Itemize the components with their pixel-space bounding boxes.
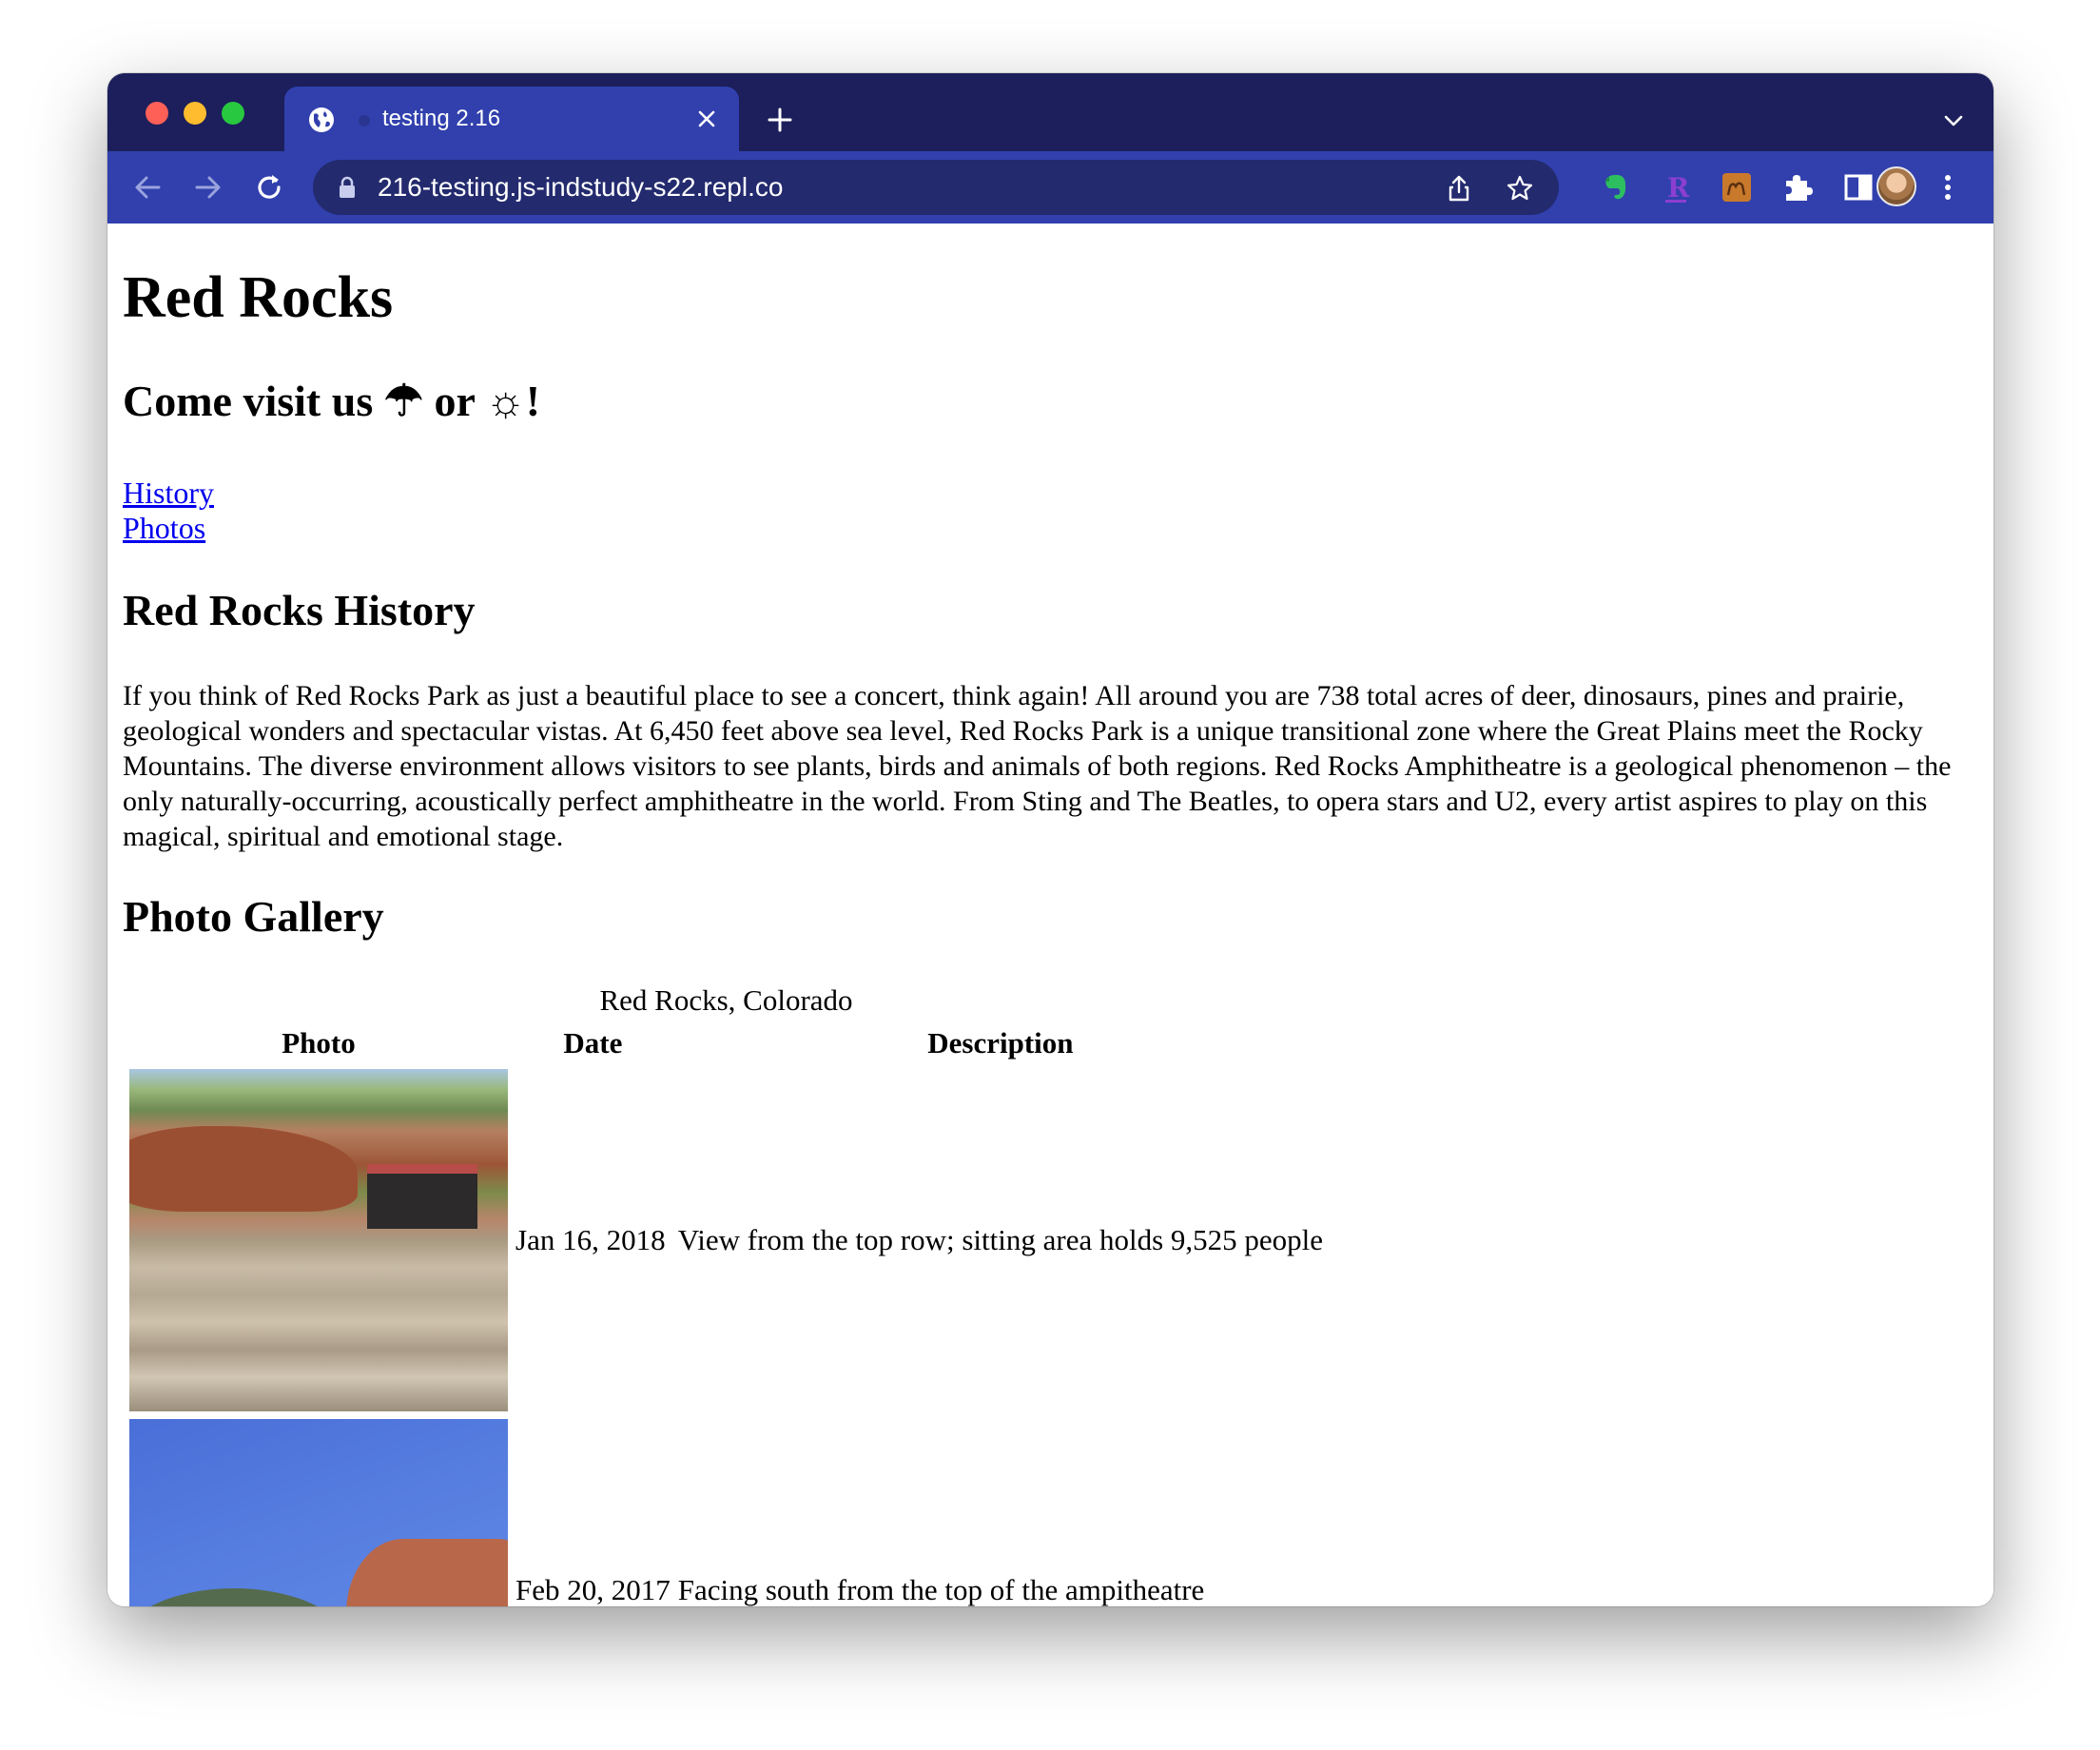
tab-strip: testing 2.16	[107, 73, 1993, 151]
camel-extension-icon[interactable]	[1719, 169, 1755, 205]
table-header-row: Photo Date Description	[128, 1024, 1324, 1062]
photo-table: Red Rocks, Colorado Photo Date Descripti…	[123, 982, 1330, 1606]
star-icon[interactable]	[1506, 174, 1534, 203]
date-cell: Jan 16, 2018	[515, 1223, 666, 1256]
history-link[interactable]: History	[123, 476, 214, 511]
photos-link[interactable]: Photos	[123, 511, 214, 546]
reload-icon[interactable]	[252, 170, 286, 204]
share-icon[interactable]	[1445, 174, 1473, 203]
globe-icon	[309, 107, 334, 132]
description-cell: Facing south from the top of the ampithe…	[677, 1573, 1205, 1606]
back-icon[interactable]	[130, 170, 165, 204]
menu-icon[interactable]	[1930, 169, 1966, 205]
gallery-heading: Photo Gallery	[123, 892, 384, 941]
photo-cell	[128, 1068, 509, 1412]
date-cell: Feb 20, 2017	[515, 1573, 671, 1606]
description-column-header: Description	[927, 1026, 1074, 1060]
chevron-down-icon[interactable]	[1942, 109, 1965, 132]
description-cell: View from the top row; sitting area hold…	[677, 1223, 1324, 1256]
page-title: Red Rocks	[123, 265, 394, 330]
table-row: Jan 16, 2018 View from the top row; sitt…	[128, 1068, 1324, 1412]
r-extension-icon[interactable]: R	[1658, 169, 1694, 205]
close-window-button[interactable]	[146, 102, 168, 125]
puzzle-icon[interactable]	[1779, 169, 1816, 205]
page-subtitle: Come visit us ☂ or ☼!	[123, 377, 541, 425]
photo-cell	[128, 1418, 509, 1606]
photo-column-header: Photo	[282, 1026, 356, 1060]
minimize-window-button[interactable]	[184, 102, 206, 125]
tab-title: testing 2.16	[382, 106, 501, 131]
amphitheatre-photo	[129, 1069, 508, 1411]
evernote-icon[interactable]	[1597, 169, 1633, 205]
plus-icon[interactable]	[766, 106, 794, 134]
address-bar[interactable]: 216-testing.js-indstudy-s22.repl.co	[313, 160, 1559, 215]
tab-loading-indicator	[359, 115, 370, 126]
history-paragraph: If you think of Red Rocks Park as just a…	[123, 680, 1952, 852]
avatar[interactable]	[1876, 166, 1916, 206]
nav-links: History Photos	[123, 476, 214, 546]
web-page: Red Rocks Come visit us ☂ or ☼! History …	[107, 224, 1993, 1606]
close-icon[interactable]	[695, 107, 718, 130]
history-heading: Red Rocks History	[123, 586, 476, 634]
rock-formation-photo	[129, 1419, 508, 1606]
forward-icon[interactable]	[191, 170, 225, 204]
url-text[interactable]: 216-testing.js-indstudy-s22.repl.co	[378, 171, 783, 204]
side-panel-icon[interactable]	[1840, 169, 1876, 205]
maximize-window-button[interactable]	[222, 102, 244, 125]
browser-toolbar: 216-testing.js-indstudy-s22.repl.co R	[107, 151, 1993, 224]
lock-icon[interactable]	[338, 176, 357, 199]
browser-window: testing 2.16 216-testing.js-indstudy-s22…	[107, 73, 1993, 1606]
browser-tab[interactable]: testing 2.16	[284, 87, 739, 151]
table-caption: Red Rocks, Colorado	[599, 983, 853, 1017]
table-row: Feb 20, 2017 Facing south from the top o…	[128, 1418, 1324, 1606]
svg-text:R: R	[1667, 172, 1690, 204]
date-column-header: Date	[563, 1026, 623, 1060]
